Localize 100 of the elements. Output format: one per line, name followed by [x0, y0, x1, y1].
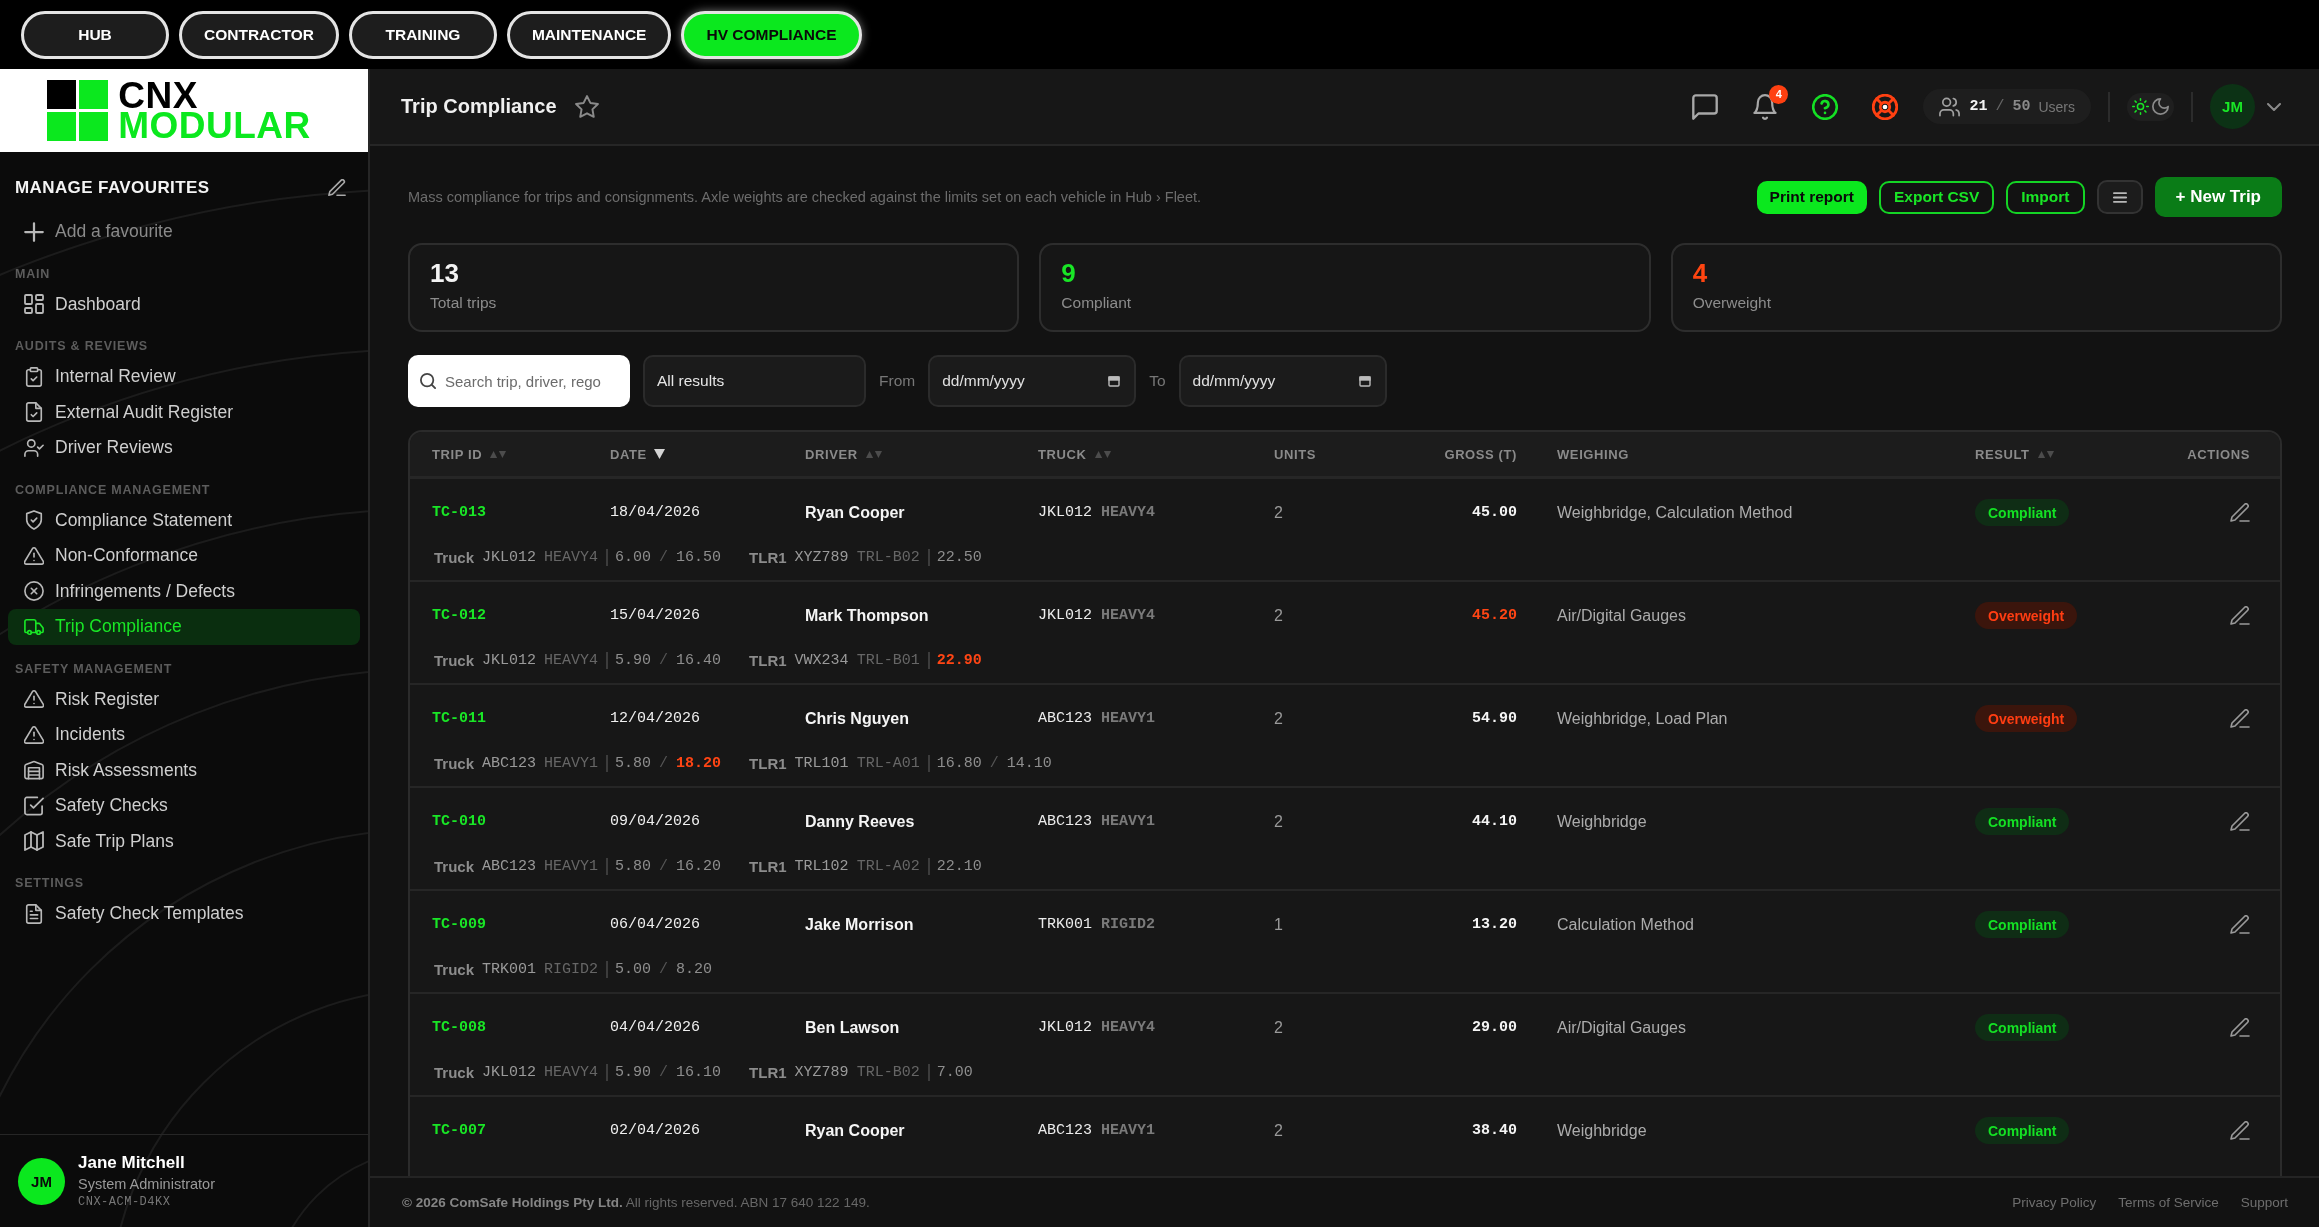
column-header[interactable]: TRUCK	[1038, 446, 1112, 462]
module-tab[interactable]: HV COMPLIANCE	[681, 10, 862, 59]
module-tab[interactable]: TRAINING	[348, 10, 497, 59]
export-csv-button[interactable]: Export CSV	[1879, 180, 1995, 214]
map-icon	[24, 831, 44, 852]
edit-favourites-button[interactable]	[328, 179, 346, 197]
sidebar-item[interactable]: Non-Conformance	[8, 538, 360, 574]
result-badge: Compliant	[1975, 1014, 2070, 1041]
column-header[interactable]: TRIP ID	[432, 446, 508, 462]
import-button[interactable]: Import	[2006, 180, 2085, 214]
avatar-button[interactable]: JM	[2210, 84, 2255, 129]
account-menu-button[interactable]	[2267, 102, 2281, 111]
edit-button[interactable]	[2230, 914, 2250, 935]
file-check-icon	[24, 402, 44, 423]
module-tab[interactable]: HUB	[21, 10, 169, 59]
logo-word: MODULAR	[118, 110, 311, 141]
axle-weight: 16.20	[676, 857, 722, 875]
warning-triangle-icon	[24, 545, 44, 566]
sidebar-item[interactable]: Safety Check Templates	[8, 896, 360, 932]
notification-badge: 4	[1769, 84, 1789, 104]
trip-id-link[interactable]: TC-011	[432, 710, 486, 727]
search-field[interactable]: Search trip, driver, rego	[408, 355, 630, 407]
favourites-title: MANAGE FAVOURITES	[15, 178, 210, 198]
axle-weight: 6.00	[615, 548, 652, 566]
unit-count: 2	[1274, 709, 1283, 728]
trip-id-link[interactable]: TC-012	[432, 607, 486, 624]
unit-label: Truck	[434, 1063, 475, 1081]
favourite-button[interactable]	[574, 94, 599, 119]
column-header[interactable]: DRIVER	[805, 446, 883, 462]
edit-button[interactable]	[2230, 1017, 2250, 1038]
module-tab[interactable]: CONTRACTOR	[179, 10, 339, 59]
edit-button[interactable]	[2230, 502, 2250, 523]
edit-button[interactable]	[2230, 605, 2250, 626]
sidebar-item[interactable]: Infringements / Defects	[8, 573, 360, 609]
sidebar-item[interactable]: Driver Reviews	[8, 430, 360, 466]
help-icon	[1812, 93, 1839, 120]
trip-id-link[interactable]: TC-007	[432, 1122, 486, 1139]
edit-button[interactable]	[2230, 708, 2250, 729]
sidebar-item[interactable]: Risk Register	[8, 681, 360, 717]
unit-label: TLR1	[749, 651, 787, 669]
support-button[interactable]	[1872, 93, 1899, 120]
unit-class: HEAVY4	[544, 651, 599, 669]
unit-class: HEAVY4	[544, 1063, 599, 1081]
sidebar-item[interactable]: Safety Checks	[8, 788, 360, 824]
sidebar-item[interactable]: Risk Assessments	[8, 752, 360, 788]
gross-weight: 29.00	[1472, 1019, 1517, 1036]
section-label: MAIN	[14, 265, 52, 283]
trip-id-link[interactable]: TC-010	[432, 813, 486, 830]
date-field[interactable]: dd/mm/yyyy	[1178, 355, 1387, 407]
calendar-icon	[1358, 375, 1371, 387]
trip-id-link[interactable]: TC-009	[432, 916, 486, 933]
sidebar-item[interactable]: Internal Review	[8, 359, 360, 395]
trip-date: 02/04/2026	[610, 1122, 700, 1139]
column-header[interactable]: RESULT	[1975, 446, 2055, 462]
page-description: Mass compliance for trips and consignments. Axle weights are checked against the limits set on each vehicle in Hub › Fleet.	[408, 189, 1202, 205]
theme-toggle[interactable]	[2127, 92, 2174, 121]
driver-name: Ryan Cooper	[805, 503, 905, 522]
menu-button[interactable]	[2096, 180, 2143, 214]
result-badge: Compliant	[1975, 1117, 2070, 1144]
module-tab[interactable]: MAINTENANCE	[506, 10, 672, 59]
edit-button[interactable]	[2230, 1120, 2250, 1141]
driver-name: Jake Morrison	[805, 915, 914, 934]
unit-class: TRL-A02	[856, 857, 920, 875]
date-field[interactable]: dd/mm/yyyy	[928, 355, 1137, 407]
user-avatar: JM	[18, 1157, 65, 1205]
truck-rego: ABC123	[1038, 710, 1092, 727]
help-button[interactable]	[1812, 93, 1839, 120]
sidebar-item[interactable]: External Audit Register	[8, 394, 360, 430]
sidebar-item[interactable]: Safe Trip Plans	[8, 823, 360, 859]
trip-id-link[interactable]: TC-013	[432, 504, 486, 521]
sidebar-item[interactable]: Compliance Statement	[8, 502, 360, 538]
footer-link[interactable]: Privacy Policy	[2012, 1195, 2097, 1210]
sidebar-item[interactable]: Incidents	[8, 717, 360, 753]
print-report-button[interactable]: Print report	[1756, 180, 1867, 214]
unit-rego: XYZ789	[794, 548, 849, 566]
unit-class: TRL-B02	[856, 548, 920, 566]
axle-weight: 22.50	[936, 548, 982, 566]
gross-weight: 38.40	[1472, 1122, 1517, 1139]
unit-label: Truck	[434, 651, 475, 669]
sidebar-item[interactable]: Trip Compliance	[8, 609, 360, 645]
result-filter-select[interactable]: All results	[643, 355, 866, 407]
clipboard-check-icon	[24, 366, 44, 387]
add-favourite-button[interactable]: Add a favourite	[8, 214, 360, 250]
stat-value: 13	[430, 257, 459, 289]
axle-weight: 7.00	[936, 1063, 973, 1081]
new-trip-button[interactable]: + New Trip	[2154, 177, 2282, 217]
stat-label: Compliant	[1061, 294, 1132, 312]
column-header[interactable]: DATE	[610, 446, 665, 462]
sidebar-item[interactable]: Dashboard	[8, 286, 360, 322]
edit-button[interactable]	[2230, 811, 2250, 832]
weight-separator: /	[659, 754, 669, 772]
section-label: SETTINGS	[14, 875, 85, 892]
footer-link[interactable]: Terms of Service	[2118, 1195, 2219, 1210]
weight-separator: /	[989, 754, 999, 772]
footer-link[interactable]: Support	[2240, 1195, 2288, 1210]
messages-button[interactable]	[1692, 93, 1719, 120]
menu-icon	[2112, 191, 2127, 203]
unit-label: Truck	[434, 754, 475, 772]
unit-label: Truck	[434, 548, 475, 566]
trip-id-link[interactable]: TC-008	[432, 1019, 486, 1036]
